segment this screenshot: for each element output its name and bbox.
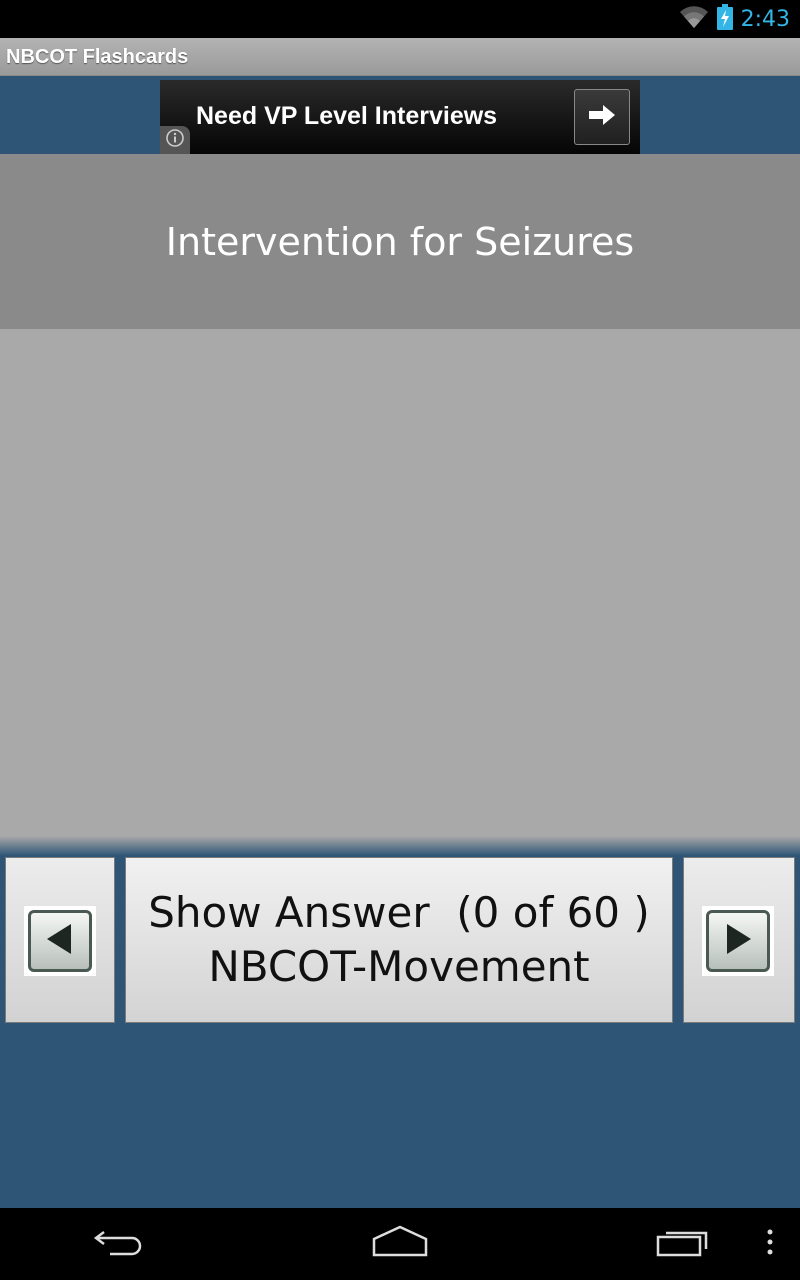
recent-apps-button[interactable] [650,1222,714,1266]
home-button[interactable] [368,1222,432,1266]
status-bar: 2:43 [0,0,800,38]
triangle-left-icon [45,922,75,961]
overflow-menu-icon [766,1229,774,1260]
previous-arrow-frame [24,906,96,976]
home-icon [370,1225,430,1264]
system-navigation-bar [0,1208,800,1280]
status-time: 2:43 [740,6,790,32]
ad-banner[interactable]: Need VP Level Interviews [160,80,640,154]
question-card: Intervention for Seizures [0,154,800,329]
deck-name-label: NBCOT-Movement [208,942,590,991]
answer-area [0,329,800,840]
next-card-button[interactable] [683,857,795,1023]
info-icon [165,128,185,153]
ad-strip: Need VP Level Interviews [0,76,800,154]
next-arrow-frame [702,906,774,976]
back-button[interactable] [88,1222,152,1266]
show-answer-label: Show Answer (0 of 60 ) [148,888,650,937]
app-title: NBCOT Flashcards [6,46,189,68]
battery-charging-icon [716,3,733,35]
triangle-right-icon [723,922,753,961]
previous-card-button[interactable] [5,857,115,1023]
ad-info-button[interactable] [160,126,190,154]
ad-arrow-button[interactable] [574,89,630,145]
action-bar: NBCOT Flashcards [0,38,800,76]
recent-apps-icon [654,1227,710,1262]
wifi-icon [679,5,709,34]
answer-area-fade [0,836,800,856]
overflow-menu-button[interactable] [756,1222,784,1266]
status-icons: 2:43 [679,0,790,38]
arrow-right-icon [587,103,617,132]
back-icon [92,1226,148,1263]
question-text: Intervention for Seizures [165,219,635,264]
ad-text: Need VP Level Interviews [196,102,498,130]
show-answer-button[interactable]: Show Answer (0 of 60 ) NBCOT-Movement [125,857,673,1023]
